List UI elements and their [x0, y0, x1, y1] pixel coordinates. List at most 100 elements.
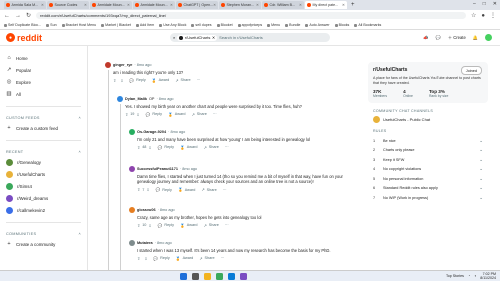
reload-icon[interactable]: ↻ [26, 12, 31, 19]
tab-close-icon[interactable]: ✕ [256, 3, 259, 7]
award-button[interactable]: 🏅 Award [152, 78, 169, 83]
rule-item[interactable]: 3 Keep it SFW ⌄ [368, 155, 488, 165]
commenter-avatar[interactable] [129, 166, 135, 172]
search-bar[interactable]: ⌕ r/UsefulCharts ✕ Search in r/UsefulCha… [170, 33, 330, 42]
chat-channel-link[interactable]: UsefulCharts - Public Chat [368, 116, 488, 124]
commenter-avatar[interactable] [117, 96, 123, 102]
share-button[interactable]: ↗ Share [192, 112, 207, 117]
commenter-avatar[interactable] [129, 129, 135, 135]
upvote-icon[interactable]: ⇧ [113, 78, 116, 83]
browser-tab[interactable]: Armidale Moun... ✕ [133, 1, 175, 9]
clock[interactable]: 7:02 PM 8/11/2024 [480, 272, 496, 280]
profile-icon[interactable]: ● [481, 13, 485, 19]
create-community-link[interactable]: + Create a community [6, 238, 81, 250]
more-options-icon[interactable]: ··· [225, 145, 229, 149]
volume-icon[interactable]: ◖ [474, 274, 476, 278]
share-button[interactable]: ↗ Share [199, 256, 214, 261]
browser-tab[interactable]: Source Codes ✕ [47, 1, 89, 9]
bookmark-item[interactable]: appofpriceps [237, 23, 262, 27]
award-button[interactable]: 🏅 Award [178, 187, 195, 193]
reply-button[interactable]: 💬 Reply [153, 256, 169, 261]
comment-username[interactable]: SuccessfulPeanut1171 [137, 167, 178, 171]
reply-button[interactable]: 💬 Reply [129, 78, 145, 83]
search-icon[interactable] [192, 272, 199, 280]
bookmark-item[interactable]: Use Any Block [159, 23, 186, 27]
edge-icon[interactable] [228, 272, 235, 280]
advertise-icon[interactable]: 📣 [423, 35, 428, 41]
search-scope-chip[interactable]: r/UsefulCharts ✕ [177, 34, 218, 41]
news-widget[interactable]: Top Stories [446, 274, 464, 278]
tab-close-icon[interactable]: ✕ [84, 3, 87, 7]
windows-start-icon[interactable] [180, 272, 187, 280]
store-icon[interactable] [240, 272, 247, 280]
more-options-icon[interactable]: ··· [221, 256, 225, 260]
rule-item[interactable]: 1 Be nice ⌄ [368, 136, 488, 146]
recent-community-item[interactable]: r/callmekevin2 [6, 204, 81, 216]
tab-close-icon[interactable]: ✕ [299, 3, 302, 7]
forward-icon[interactable]: → [15, 13, 21, 19]
sidebar-item-all[interactable]: ▥ All [6, 88, 81, 100]
more-options-icon[interactable]: ··· [213, 112, 217, 116]
bookmark-item[interactable]: Blooket [216, 23, 233, 27]
recent-community-item[interactable]: r/Genealogy [6, 156, 81, 168]
award-button[interactable]: 🏅 Award [180, 145, 197, 150]
browser-tab[interactable]: Stephen Moran... ✕ [219, 1, 261, 9]
recent-community-item[interactable]: r/Weird_dreams [6, 192, 81, 204]
upvote-icon[interactable]: ⇧ [137, 187, 140, 192]
rule-item[interactable]: 7 No WIP (Work in progress) ⌄ [368, 193, 488, 203]
reply-button[interactable]: 💬 Reply [158, 145, 174, 150]
tab-close-icon[interactable]: ✕ [342, 3, 345, 7]
upvote-icon[interactable]: ⇧ [137, 223, 140, 228]
upvote-icon[interactable]: ⇧ [137, 256, 140, 261]
chat-icon[interactable]: 💬 [436, 35, 441, 41]
sidebar-item-popular[interactable]: ↗ Popular [6, 64, 81, 76]
browser-tab[interactable]: Armidale Moun... ✕ [90, 1, 132, 9]
downvote-icon[interactable]: ⇩ [146, 187, 149, 192]
share-button[interactable]: ↗ Share [204, 145, 219, 150]
share-button[interactable]: ↗ Share [201, 187, 216, 193]
bookmark-item[interactable]: Add Item [135, 23, 154, 27]
file-explorer-icon[interactable] [204, 272, 211, 280]
reply-button[interactable]: 💬 Reply [156, 187, 172, 193]
commenter-avatar[interactable] [105, 62, 111, 68]
bookmark-item[interactable]: Bracket Host Menu [61, 23, 96, 27]
share-button[interactable]: ↗ Share [204, 223, 219, 228]
join-button[interactable]: Joined [460, 66, 482, 75]
tab-close-icon[interactable]: ✕ [213, 3, 216, 7]
comment-username[interactable]: ginger_rye [113, 63, 132, 67]
bookmark-item[interactable]: All Bookmarks [354, 23, 381, 27]
upvote-icon[interactable]: ⇧ [137, 145, 140, 150]
communities-section[interactable]: COMMUNITIES ˄ [6, 232, 81, 236]
comment-username[interactable]: Dylan_Malik [125, 97, 147, 101]
sidebar-item-home[interactable]: ⌂ Home [6, 52, 81, 64]
wifi-icon[interactable]: ◔ [468, 274, 470, 278]
commenter-avatar[interactable] [129, 207, 135, 213]
commenter-avatar[interactable] [129, 240, 135, 246]
user-avatar[interactable] [485, 34, 492, 41]
bookmark-item[interactable]: Bundle [285, 23, 300, 27]
create-feed-link[interactable]: + Create a custom feed [6, 122, 81, 134]
tab-close-icon[interactable]: ✕ [127, 3, 130, 7]
browser-tab[interactable]: My direct pate... ✕ [305, 1, 347, 9]
more-options-icon[interactable]: ··· [225, 223, 229, 227]
downvote-icon[interactable]: ⇩ [148, 223, 151, 228]
comment-username[interactable]: glossvu06 [137, 208, 156, 212]
recent-community-item[interactable]: r/UsefulCharts [6, 168, 81, 180]
chrome-icon[interactable] [216, 272, 223, 280]
create-button[interactable]: ＋ Create [448, 35, 466, 41]
more-options-icon[interactable]: ··· [223, 188, 227, 192]
browser-tab[interactable]: Cdr. William B... ✕ [262, 1, 304, 9]
bookmark-item[interactable]: Self Duplicate Bloc... [4, 23, 41, 27]
downvote-icon[interactable]: ⇩ [144, 256, 147, 261]
award-button[interactable]: 🏅 Award [176, 256, 193, 261]
new-tab-icon[interactable]: + [351, 2, 355, 8]
recent-community-item[interactable]: r/Sims4 [6, 180, 81, 192]
comment-username[interactable]: Os-Garage-9204 [137, 130, 166, 134]
menu-icon[interactable]: ⋮ [490, 12, 496, 19]
reddit-logo[interactable]: ● reddit [6, 33, 42, 43]
minimize-icon[interactable]: – [473, 1, 476, 7]
bookmark-item[interactable]: sell dupes [191, 23, 212, 27]
downvote-icon[interactable]: ⇩ [148, 145, 151, 150]
chip-close-icon[interactable]: ✕ [212, 35, 215, 40]
rule-item[interactable]: 5 No personal information ⌄ [368, 174, 488, 184]
